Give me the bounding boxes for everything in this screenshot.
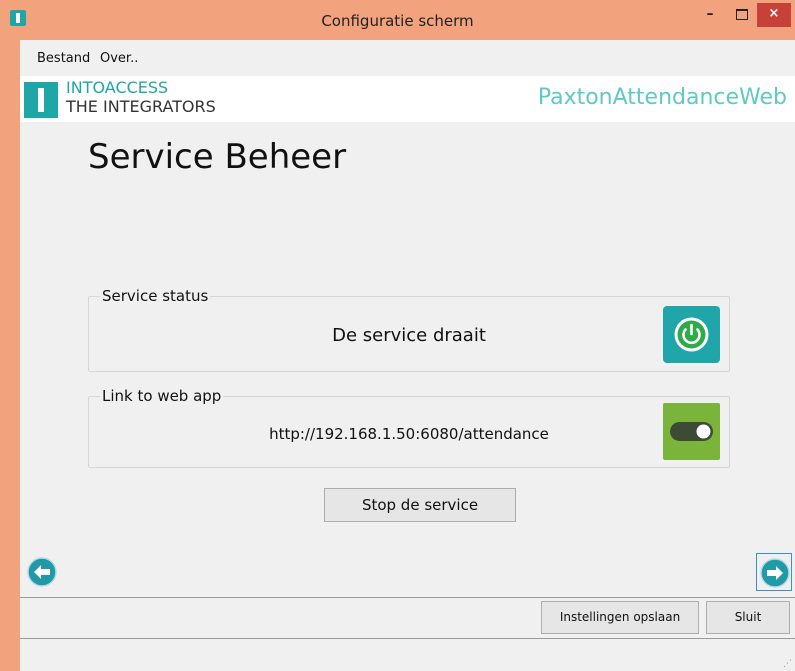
minimize-button[interactable]: – bbox=[695, 3, 725, 27]
arrow-left-icon bbox=[27, 557, 57, 587]
product-name: PaxtonAttendanceWeb bbox=[537, 85, 787, 110]
service-status-legend: Service status bbox=[100, 287, 211, 305]
close-window-button[interactable]: × bbox=[757, 3, 791, 27]
page-title: Service Beheer bbox=[88, 137, 347, 177]
previous-page-button[interactable] bbox=[24, 553, 60, 591]
client-area: Bestand Over.. INTOACCESS THE INTEGRATOR… bbox=[20, 40, 795, 671]
save-settings-button[interactable]: Instellingen opslaan bbox=[541, 601, 699, 634]
power-icon bbox=[674, 317, 709, 352]
app-window: Configuratie scherm – × Bestand Over.. I… bbox=[0, 0, 795, 671]
menu-bar: Bestand Over.. bbox=[20, 40, 795, 76]
web-link-legend: Link to web app bbox=[100, 387, 224, 405]
web-link-group: Link to web app http://192.168.1.50:6080… bbox=[88, 387, 730, 468]
stop-service-button[interactable]: Stop de service bbox=[324, 488, 516, 522]
toggle-icon bbox=[670, 422, 713, 441]
menu-item-over[interactable]: Over.. bbox=[100, 51, 138, 66]
status-bar: ⋰ bbox=[20, 639, 795, 671]
close-button[interactable]: Sluit bbox=[706, 601, 790, 634]
company-tagline: THE INTEGRATORS bbox=[66, 97, 216, 116]
arrow-right-icon bbox=[760, 558, 790, 588]
brand-header: INTOACCESS THE INTEGRATORS PaxtonAttenda… bbox=[20, 76, 795, 122]
intoaccess-logo bbox=[24, 82, 58, 118]
title-bar[interactable]: Configuratie scherm – × bbox=[0, 0, 795, 40]
service-status-text: De service draait bbox=[332, 325, 486, 346]
menu-item-bestand[interactable]: Bestand bbox=[37, 51, 90, 66]
window-title: Configuratie scherm bbox=[321, 12, 474, 30]
service-status-group: Service status De service draait bbox=[88, 287, 730, 372]
next-page-button[interactable] bbox=[756, 553, 792, 591]
maximize-button[interactable] bbox=[727, 3, 757, 27]
service-power-button[interactable] bbox=[663, 306, 720, 363]
web-link-toggle[interactable] bbox=[663, 403, 720, 460]
footer-bar: Instellingen opslaan Sluit bbox=[20, 597, 795, 639]
resize-grip-icon[interactable]: ⋰ bbox=[783, 659, 793, 669]
company-name: INTOACCESS bbox=[66, 78, 169, 97]
maximize-icon bbox=[736, 9, 748, 20]
web-app-url[interactable]: http://192.168.1.50:6080/attendance bbox=[89, 425, 729, 443]
